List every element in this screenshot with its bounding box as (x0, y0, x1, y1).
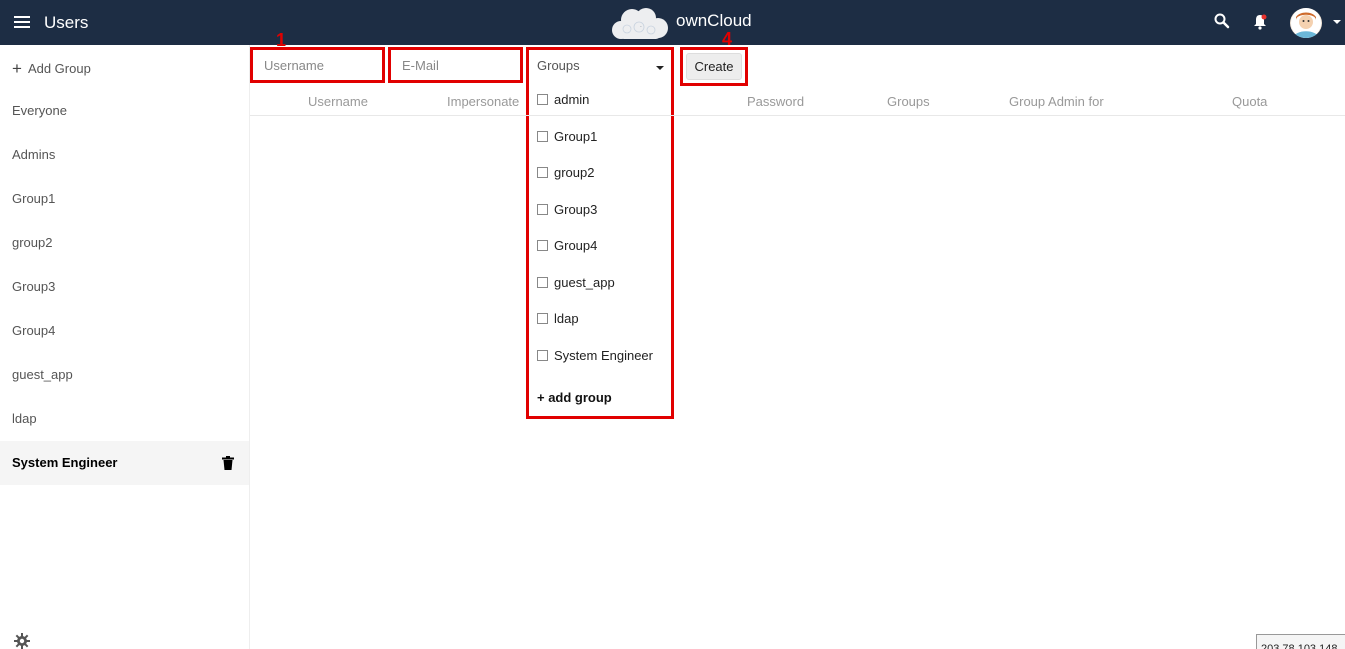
group-option-group2[interactable]: group2 (537, 165, 594, 185)
group-option-label: ldap (554, 311, 579, 326)
chevron-down-icon[interactable] (656, 66, 664, 70)
checkbox[interactable] (537, 350, 548, 361)
sidebar-item-everyone[interactable]: Everyone (0, 89, 249, 133)
column-header-password[interactable]: Password (747, 94, 804, 109)
group-option-label: Group1 (554, 129, 598, 144)
checkbox[interactable] (537, 167, 548, 178)
bell-icon[interactable] (1252, 13, 1268, 31)
avatar[interactable] (1290, 8, 1322, 38)
group-option-label: group2 (554, 165, 595, 180)
add-group-option[interactable]: + add group (537, 390, 612, 405)
sidebar: + Add Group Everyone Admins Group1 group2… (0, 45, 250, 649)
sidebar-item-system-engineer[interactable]: System Engineer (0, 441, 249, 485)
group-option-ldap[interactable]: ldap (537, 311, 579, 331)
group-option-label: guest_app (554, 275, 615, 290)
search-icon[interactable] (1214, 13, 1230, 29)
top-header: Users ownCloud (0, 0, 1345, 45)
sidebar-item-group4[interactable]: Group4 (0, 309, 249, 353)
column-header-username[interactable]: Username (308, 94, 368, 109)
checkbox[interactable] (537, 240, 548, 251)
sidebar-item-group2[interactable]: group2 (0, 221, 249, 265)
add-group-label: Add Group (27, 61, 91, 76)
email-input[interactable] (391, 50, 520, 80)
group-option-label: Group3 (554, 202, 598, 217)
ip-address-badge: 203.78.103.148 (1256, 634, 1345, 649)
create-button-highlight: Create (680, 47, 748, 86)
group-option-admin[interactable]: admin (537, 92, 589, 112)
menu-icon[interactable] (14, 16, 30, 29)
groups-select[interactable]: Groups (537, 58, 667, 78)
create-button[interactable]: Create (686, 53, 742, 80)
plus-icon: + (12, 59, 22, 78)
checkbox[interactable] (537, 204, 548, 215)
column-header-groups[interactable]: Groups (887, 94, 930, 109)
group-option-label: admin (554, 92, 590, 107)
owncloud-logo-icon (612, 8, 668, 39)
email-field-highlight (388, 47, 523, 83)
sidebar-item-admins[interactable]: Admins (0, 133, 249, 177)
sidebar-item-guest-app[interactable]: guest_app (0, 353, 249, 397)
username-field-highlight (250, 47, 385, 83)
table-header-divider (250, 115, 1345, 116)
group-option-guest-app[interactable]: guest_app (537, 275, 615, 295)
group-option-label: Group4 (554, 238, 598, 253)
group-option-label: System Engineer (554, 348, 653, 363)
column-header-quota[interactable]: Quota (1232, 94, 1267, 109)
sidebar-item-label: System Engineer (12, 455, 118, 470)
groups-dropdown: Groups admin Group1 group2 Group3 Group4… (526, 47, 674, 419)
add-group-button[interactable]: + Add Group (12, 58, 91, 78)
checkbox[interactable] (537, 277, 548, 288)
column-header-group-admin-for[interactable]: Group Admin for (1009, 94, 1104, 109)
app-title[interactable]: Users (44, 13, 88, 33)
group-option-group3[interactable]: Group3 (537, 202, 597, 222)
group-option-group1[interactable]: Group1 (537, 129, 597, 149)
checkbox[interactable] (537, 94, 548, 105)
checkbox[interactable] (537, 131, 548, 142)
group-option-system-engineer[interactable]: System Engineer (537, 348, 653, 368)
trash-icon[interactable] (222, 456, 234, 470)
checkbox[interactable] (537, 313, 548, 324)
sidebar-item-ldap[interactable]: ldap (0, 397, 249, 441)
sidebar-item-group1[interactable]: Group1 (0, 177, 249, 221)
username-input[interactable] (253, 50, 382, 80)
sidebar-item-group3[interactable]: Group3 (0, 265, 249, 309)
group-option-group4[interactable]: Group4 (537, 238, 597, 258)
gear-icon[interactable] (14, 633, 30, 649)
brand-name: ownCloud (676, 11, 752, 30)
column-header-impersonate[interactable]: Impersonate (447, 94, 519, 109)
groups-select-label: Groups (537, 58, 580, 73)
user-menu-chevron-down-icon[interactable] (1333, 20, 1341, 24)
